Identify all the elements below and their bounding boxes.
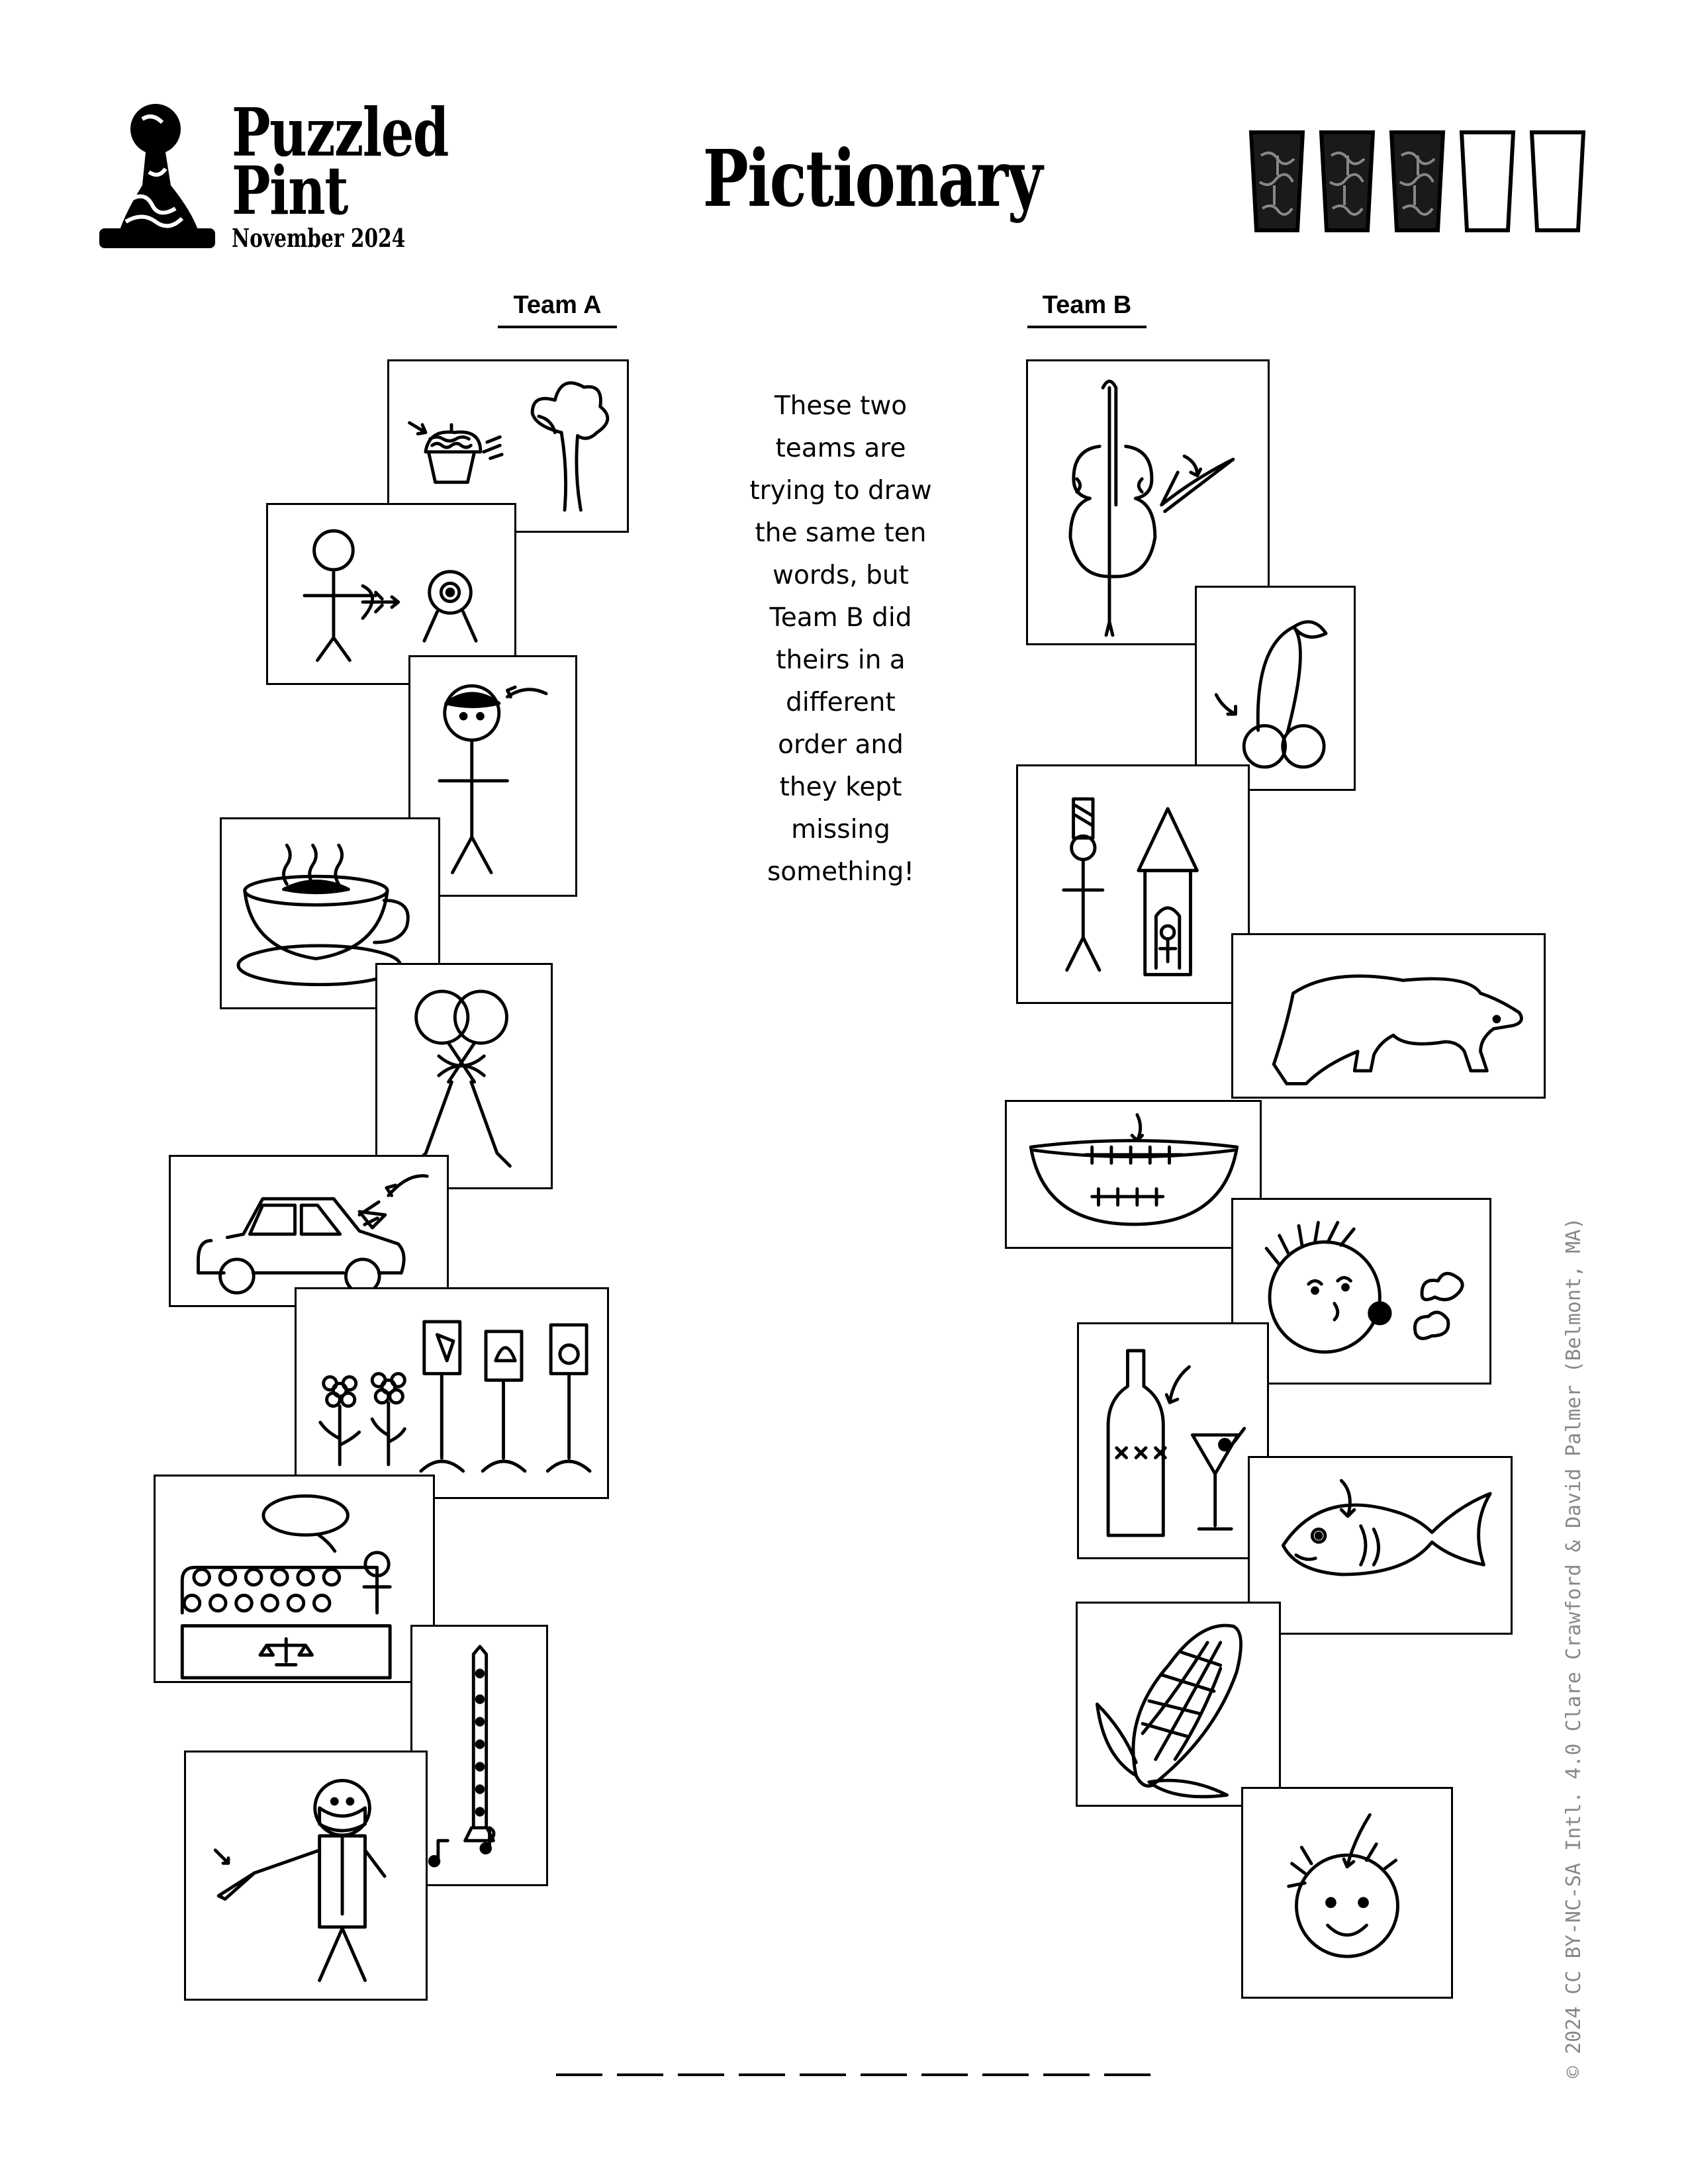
flavor-line: missing — [791, 815, 890, 844]
flavor-line: theirs in a — [776, 645, 906, 675]
flavor-line: These two — [774, 391, 908, 421]
team-b-underline — [1027, 326, 1147, 328]
jury-courtroom-icon — [154, 1475, 435, 1683]
flute-notes-icon — [410, 1625, 548, 1886]
team-a-underline — [498, 326, 617, 328]
flavor-line: words, but — [773, 561, 909, 590]
answer-blank — [921, 2073, 968, 2076]
bottle-martini-icon — [1077, 1322, 1269, 1559]
difficulty-rating — [1248, 129, 1599, 235]
full-pint-icon — [1319, 130, 1376, 232]
corn-icon — [1076, 1602, 1281, 1807]
answer-blank — [1043, 2073, 1090, 2076]
empty-pint-icon — [1529, 130, 1586, 232]
puzzled-pint-logo: Puzzled Pint November 2024 — [93, 99, 449, 258]
answer-blank — [556, 2073, 602, 2076]
flavor-line: different — [786, 688, 896, 717]
answer-blanks — [556, 2068, 1152, 2081]
smiling-face-hair-icon — [1241, 1787, 1453, 1999]
answer-blank — [678, 2073, 724, 2076]
answer-blank — [861, 2073, 907, 2076]
full-pint-icon — [1248, 130, 1305, 232]
team-b-label: Team B — [1042, 291, 1132, 319]
full-pint-icon — [1389, 130, 1446, 232]
face-sneeze-icon — [1231, 1198, 1491, 1385]
flavor-line: order and — [778, 730, 904, 760]
flavor-line: they kept — [779, 772, 902, 802]
brand-pint: Pint — [232, 152, 348, 230]
empty-pint-icon — [1459, 130, 1516, 232]
flavor-line: the same ten — [755, 518, 927, 548]
flavor-line: Team B did — [769, 603, 912, 633]
copyright-credit: © 2024 CC BY-NC-SA Intl. 4.0 Clare Crawf… — [1562, 1217, 1585, 2078]
team-b-header: Team B — [1027, 291, 1147, 328]
brand-date: November 2024 — [232, 223, 406, 253]
flowers-and-signs-icon — [295, 1287, 609, 1499]
flavor-line: trying to draw — [749, 476, 932, 506]
braces-smile-icon — [1005, 1100, 1262, 1249]
guard-tower-icon — [1016, 764, 1250, 1004]
answer-blank — [982, 2073, 1029, 2076]
team-a-header: Team A — [498, 291, 617, 328]
fish-icon — [1248, 1456, 1513, 1635]
surgeon-scalpel-icon — [184, 1751, 428, 2001]
bear-icon — [1231, 933, 1546, 1099]
flavor-text: These two teams are trying to draw the s… — [735, 385, 947, 893]
flavor-line: something! — [767, 857, 915, 887]
answer-blank — [1104, 2073, 1150, 2076]
car-hood-icon — [169, 1155, 449, 1307]
answer-blank — [800, 2073, 846, 2076]
answer-blank — [617, 2073, 663, 2076]
pawn-puzzle-icon — [99, 104, 215, 248]
answer-blank — [739, 2073, 785, 2076]
page-title: Pictionary — [702, 132, 1043, 224]
team-a-label: Team A — [513, 291, 602, 319]
cherries-icon — [1195, 586, 1356, 791]
flavor-line: teams are — [775, 433, 906, 463]
